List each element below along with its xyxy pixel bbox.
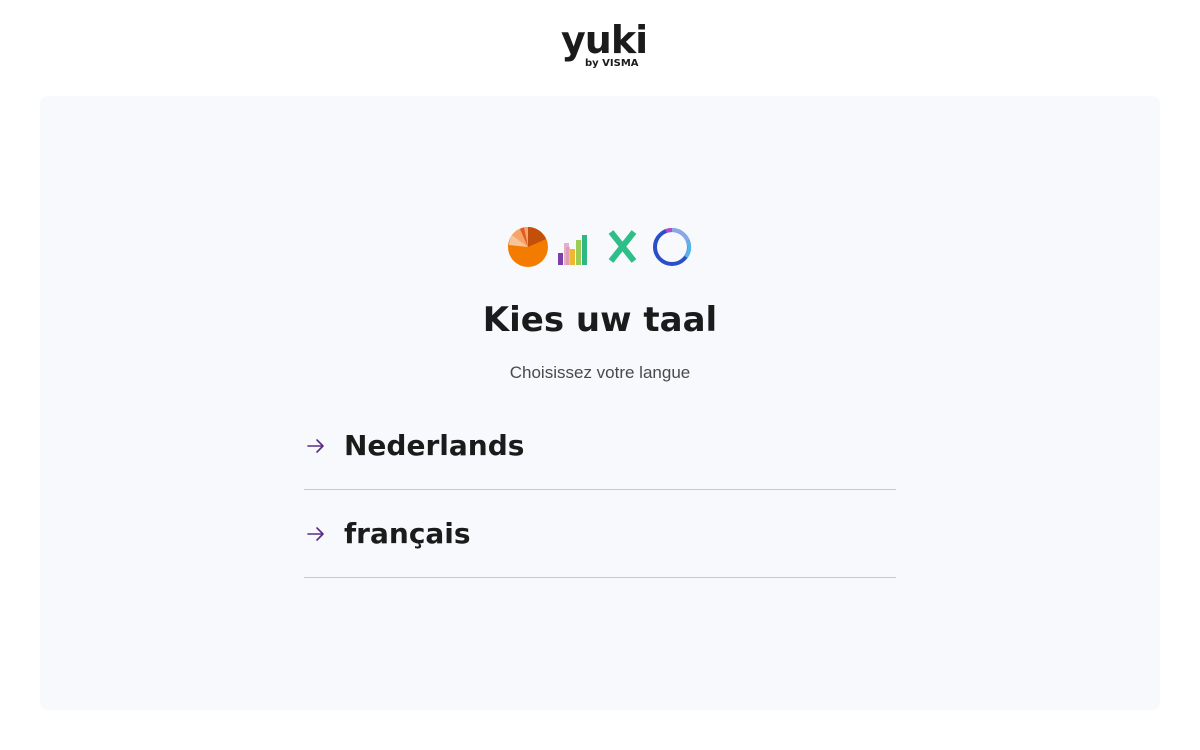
language-label: Nederlands — [344, 428, 525, 462]
language-label: français — [344, 516, 471, 550]
arrow-right-icon — [307, 526, 324, 541]
logo-text: yuki — [561, 18, 648, 62]
pie-chart-icon — [508, 227, 548, 267]
header: yuki by VISMA — [0, 0, 1200, 96]
language-option-nederlands[interactable]: Nederlands — [304, 402, 896, 490]
language-panel: Kies uw taal Choisissez votre langue Ned… — [40, 96, 1160, 710]
page-title: Kies uw taal — [482, 300, 718, 340]
arrow-right-icon — [307, 438, 324, 453]
bar-chart-icon — [558, 235, 587, 265]
cross-icon — [608, 230, 637, 263]
yuki-logo[interactable]: yuki by VISMA — [561, 18, 648, 74]
language-list: Nederlands français — [304, 402, 896, 578]
logo-subtext: by VISMA — [585, 58, 639, 69]
language-option-francais[interactable]: français — [304, 490, 896, 578]
ring-chart-icon — [653, 227, 692, 266]
page-subtitle: Choisissez votre langue — [509, 363, 691, 382]
illustration — [508, 227, 692, 267]
